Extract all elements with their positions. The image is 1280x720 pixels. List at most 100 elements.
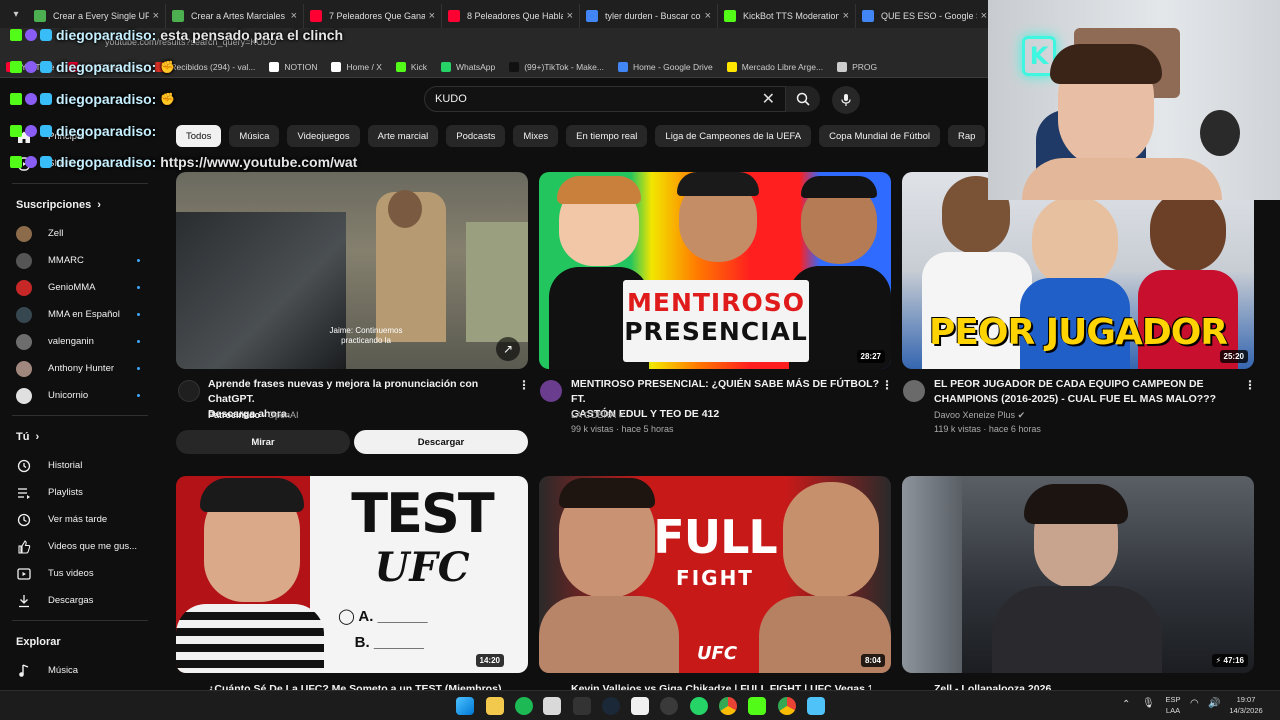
browser-tab[interactable]: QUE ES ESO - Google Se ×: [856, 4, 994, 28]
sidebar-item[interactable]: Descargas: [0, 587, 160, 614]
bookmark[interactable]: (99+)TikTok - Make...: [509, 61, 604, 72]
chat-message: diegoparadiso: ✊: [10, 90, 175, 108]
close-tab-icon[interactable]: ×: [705, 10, 711, 22]
sidebar-subscription[interactable]: Unicornio: [0, 382, 160, 409]
spotify-icon[interactable]: [515, 697, 533, 715]
browser-tab[interactable]: Crear a Artes Marciales ×: [166, 4, 304, 28]
bookmark[interactable]: Mercado Libre Arge...: [726, 61, 823, 72]
video-thumbnail[interactable]: ⚡ 47:16: [902, 476, 1254, 673]
sidebar-item[interactable]: Videos que me gus...: [0, 533, 160, 560]
search-input[interactable]: [435, 93, 756, 105]
more-options-icon[interactable]: ⋮: [881, 378, 893, 392]
avatar: [16, 387, 32, 404]
browser-tab[interactable]: 7 Peleadores Que Ganaro ×: [304, 4, 442, 28]
chevron-right-icon: ›: [97, 199, 101, 211]
close-tab-icon[interactable]: ×: [291, 10, 297, 22]
filter-chip[interactable]: Rap: [948, 125, 986, 147]
steam-icon[interactable]: [602, 697, 620, 715]
filter-chip[interactable]: Música: [229, 125, 280, 147]
filter-chip[interactable]: Arte marcial: [367, 125, 439, 147]
bookmark-icon: [331, 61, 342, 72]
app-icon[interactable]: [660, 697, 678, 715]
sidebar-subscription[interactable]: GenioMMA: [0, 274, 160, 301]
search-button[interactable]: [786, 86, 820, 112]
microphone-tray-icon[interactable]: 🎙: [1142, 698, 1155, 709]
filter-chip[interactable]: Liga de Campeones de la UEFA: [655, 125, 812, 147]
browser-tab[interactable]: KickBot TTS Moderation ×: [718, 4, 856, 28]
bookmark-icon: [509, 61, 520, 72]
volume-icon[interactable]: 🔊: [1208, 698, 1220, 709]
bookmark[interactable]: WhatsApp: [440, 61, 495, 72]
sidebar-item[interactable]: Historial: [0, 452, 160, 479]
kick-app-icon[interactable]: [748, 697, 766, 715]
filter-chip[interactable]: En tiempo real: [566, 125, 648, 147]
clear-search-icon[interactable]: ✕: [762, 89, 775, 109]
tab-favicon-icon: [172, 10, 184, 22]
capcut-icon[interactable]: [631, 697, 649, 715]
video-thumbnail[interactable]: FULL FIGHT UFC 8:04: [539, 476, 891, 673]
filter-chip[interactable]: Videojuegos: [287, 125, 360, 147]
whatsapp-icon[interactable]: [690, 697, 708, 715]
sidebar-subscription[interactable]: valenganin: [0, 328, 160, 355]
video-thumbnail[interactable]: PEOR JUGADOR 25:20: [902, 172, 1254, 369]
more-options-icon[interactable]: ⋮: [1244, 378, 1256, 392]
more-options-icon[interactable]: ⋮: [518, 378, 530, 392]
wifi-icon[interactable]: ◠: [1190, 698, 1199, 709]
tab-favicon-icon: [586, 10, 598, 22]
close-tab-icon[interactable]: ×: [153, 10, 159, 22]
new-content-dot: [137, 367, 140, 370]
sidebar-subscription[interactable]: Zell: [0, 220, 160, 247]
sidebar-item[interactable]: Ver más tarde: [0, 506, 160, 533]
sidebar-subscription[interactable]: MMARC: [0, 247, 160, 274]
video-thumbnail[interactable]: MENTIROSO PRESENCIAL 28:27: [539, 172, 891, 369]
avatar[interactable]: [540, 380, 562, 402]
microphone-icon: [841, 94, 851, 106]
voice-search-button[interactable]: [832, 86, 860, 114]
close-tab-icon[interactable]: ×: [981, 10, 987, 22]
download-button[interactable]: Descargar: [354, 430, 528, 454]
tray-chevron-icon[interactable]: ⌃: [1122, 699, 1130, 710]
close-tab-icon[interactable]: ×: [843, 10, 849, 22]
avatar[interactable]: [903, 380, 925, 402]
sidebar-item[interactable]: Tus videos: [0, 560, 160, 587]
video-thumbnail[interactable]: TEST UFC ◯ A. ______ B. ______ 14:20: [176, 476, 528, 673]
filter-chip[interactable]: Copa Mundial de Fútbol: [819, 125, 941, 147]
notes-icon[interactable]: [807, 697, 825, 715]
bookmark[interactable]: Kick: [395, 61, 427, 72]
sidebar-subscription[interactable]: MMA en Español: [0, 301, 160, 328]
filter-chip[interactable]: Mixes: [513, 125, 559, 147]
bookmark[interactable]: NOTION: [269, 61, 317, 72]
chat-message: diegoparadiso: https://www.youtube.com/w…: [10, 153, 357, 171]
search-box[interactable]: ✕: [424, 86, 786, 112]
bookmark[interactable]: Home / X: [331, 61, 382, 72]
bookmark[interactable]: PROG: [837, 61, 877, 72]
language-indicator[interactable]: ESP LAA: [1164, 694, 1182, 716]
video-thumbnail[interactable]: Jaime: Continuemos practicando la ↗: [176, 172, 528, 369]
browser-tab[interactable]: tyler durden - Buscar con ×: [580, 4, 718, 28]
open-link-icon[interactable]: ↗: [496, 337, 520, 361]
sidebar-subscription[interactable]: Anthony Hunter: [0, 355, 160, 382]
avatar[interactable]: [178, 380, 200, 402]
video-title[interactable]: EL PEOR JUGADOR DE CADA EQUIPO CAMPEON D…: [934, 377, 1244, 407]
browser-tab[interactable]: 8 Peleadores Que Hablar ×: [442, 4, 580, 28]
windows-start-icon[interactable]: [456, 697, 474, 715]
browser-tab[interactable]: Crear a Every Single UFC ×: [28, 4, 166, 28]
subscriptions-heading[interactable]: Suscripciones ›: [0, 190, 160, 220]
you-heading[interactable]: Tú ›: [0, 422, 160, 452]
filter-chip[interactable]: Podcasts: [446, 125, 506, 147]
epic-games-icon[interactable]: [573, 697, 591, 715]
close-tab-icon[interactable]: ×: [567, 10, 573, 22]
tab-list-chevron-icon[interactable]: ▾: [4, 0, 28, 28]
chrome-icon[interactable]: [719, 697, 737, 715]
filter-chip[interactable]: Todos: [176, 125, 222, 147]
file-explorer-icon[interactable]: [486, 697, 504, 715]
watch-button[interactable]: Mirar: [176, 430, 350, 454]
store-icon[interactable]: [543, 697, 561, 715]
bookmark[interactable]: Home - Google Drive: [617, 61, 713, 72]
sidebar-item-label: valenganin: [48, 336, 94, 347]
sidebar-item[interactable]: Playlists: [0, 479, 160, 506]
sidebar-item-music[interactable]: Música: [0, 657, 160, 684]
close-tab-icon[interactable]: ×: [429, 10, 435, 22]
chrome-icon[interactable]: [778, 697, 796, 715]
clock[interactable]: 19:07 14/3/2026: [1226, 694, 1266, 716]
